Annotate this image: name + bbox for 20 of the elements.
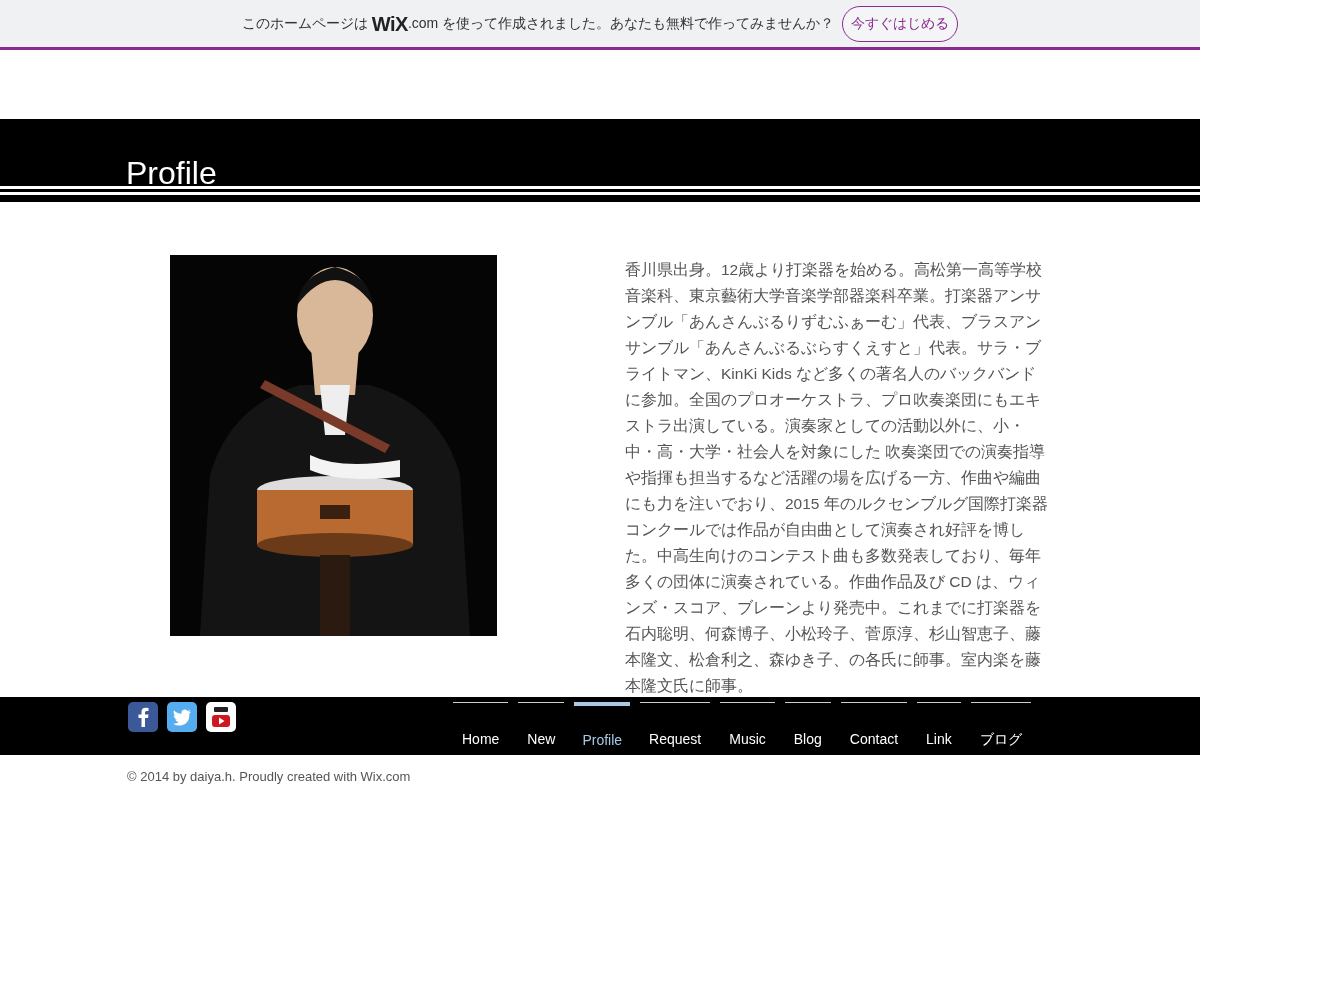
video-play-icon[interactable] — [206, 702, 236, 732]
nav-link[interactable]: Request — [640, 702, 711, 750]
banner-text: .com — [407, 14, 439, 33]
start-now-button[interactable]: 今すぐはじめる — [842, 5, 959, 42]
banner-text: を使って作成されました。あなたも無料で作ってみませんか？ — [442, 14, 835, 33]
wix-logo: WiX — [371, 11, 408, 37]
page-title: Profile — [126, 154, 217, 193]
twitter-bird-icon[interactable] — [167, 702, 197, 732]
nav-link[interactable]: Contact — [840, 702, 908, 750]
nav-link[interactable]: Link — [917, 702, 961, 750]
facebook-icon[interactable] — [128, 702, 158, 732]
nav-link[interactable]: Blog — [784, 702, 831, 750]
nav-link[interactable]: New — [518, 702, 565, 750]
nav-link[interactable]: Music — [720, 702, 775, 750]
banner-text: このホームページは — [241, 14, 368, 33]
nav-link[interactable]: ブログ — [970, 702, 1031, 750]
nav-link[interactable]: Profile — [574, 702, 631, 750]
biography-text: 香川県出身。12歳より打楽器を始める。高松第一高等学校 音楽科、東京藝術大学音楽学部器楽科卒業。打楽器アンサ ンブル「あんさんぶるりずむふぁーむ」代表、ブラスアン サンブル「あんさんぶるぶらすくえすと」代表。サラ・ブ ライトマン、KinKi Kids など多くの著名人のバックバンド に参加。全国のプロオーケストラ、プロ吹奏楽団にもエキ ストラ出演している。演奏家としての活動以外に、小・ 中・高・大学・社会人を対象にした 吹奏楽団での演奏指導 や指揮も担当するなど活躍の場を広げる一方、作曲や編曲 にも力を注いでおり、2015 年のルクセンブルグ国際打楽器 コンクールでは作品が自由曲として演奏され好評を博し た。中高生向けのコンテスト曲も多数発表しており、毎年 多くの団体に演奏されている。作曲作品及び CD は、ウィ ンズ・スコア、ブレーンより発売中。これまでに打楽器を 石内聡明、何森博子、小松玲子、菅原淳、杉山智恵子、藤 本隆文、松倉利之、森ゆき子、の各氏に師事。室内楽を藤 本隆文氏に師事。 — [625, 260, 1048, 696]
copyright-text: © 2014 by daiya.h. Proudly created with Wix.com — [127, 768, 412, 786]
nav-link[interactable]: Home — [453, 702, 509, 750]
